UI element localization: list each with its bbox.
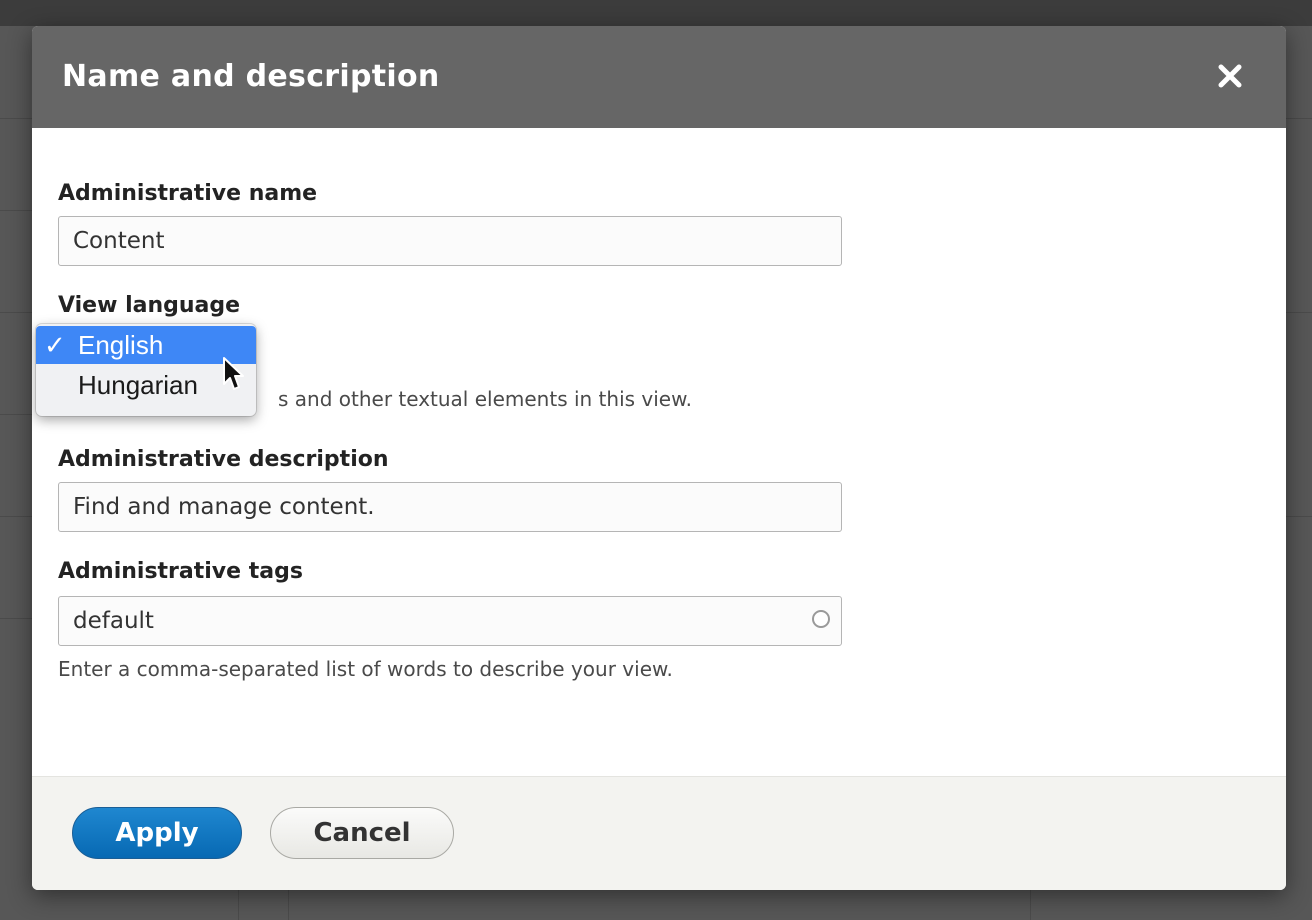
background-divider xyxy=(0,118,32,119)
admin-tags-label: Administrative tags xyxy=(58,559,303,584)
view-language-description: s and other textual elements in this vie… xyxy=(278,387,692,411)
background-divider xyxy=(1030,890,1031,920)
admin-name-input[interactable] xyxy=(58,216,842,266)
background-divider xyxy=(0,210,32,211)
background-divider xyxy=(1286,118,1312,119)
option-label: English xyxy=(78,330,164,360)
close-button[interactable] xyxy=(1210,56,1250,96)
background-divider xyxy=(0,414,32,415)
dialog-footer: Apply Cancel xyxy=(32,776,1286,890)
close-icon xyxy=(1218,64,1242,88)
background-divider xyxy=(0,312,32,313)
background-divider xyxy=(288,890,289,920)
background-toolbar xyxy=(0,0,1312,26)
background-divider xyxy=(1286,312,1312,313)
background-divider xyxy=(238,890,239,920)
admin-tags-input[interactable] xyxy=(58,596,842,646)
dialog-title: Name and description xyxy=(62,59,440,94)
admin-description-input[interactable] xyxy=(58,482,842,532)
background-divider xyxy=(1286,516,1312,517)
admin-name-label: Administrative name xyxy=(58,181,318,206)
admin-description-label: Administrative description xyxy=(58,447,389,472)
cancel-button[interactable]: Cancel xyxy=(270,807,454,859)
mouse-pointer-icon xyxy=(223,357,244,390)
view-language-label: View language xyxy=(58,293,241,318)
name-description-dialog: Name and description Administrative name… xyxy=(32,26,1286,890)
checkmark-icon: ✓ xyxy=(44,330,66,360)
admin-tags-description: Enter a comma-separated list of words to… xyxy=(58,657,673,681)
background-divider xyxy=(0,516,32,517)
autocomplete-throbber-icon xyxy=(812,610,830,628)
background-divider xyxy=(0,618,32,619)
option-label: Hungarian xyxy=(78,370,198,400)
apply-button[interactable]: Apply xyxy=(72,807,242,859)
dialog-titlebar: Name and description xyxy=(32,26,1286,128)
